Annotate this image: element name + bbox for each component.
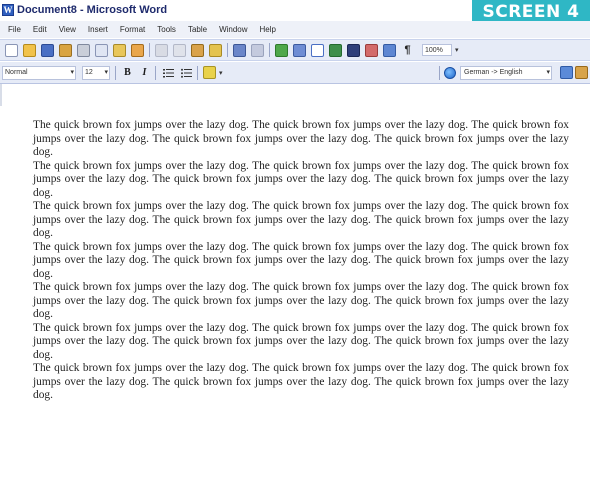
insert-table-icon[interactable] [311,43,324,57]
research-icon[interactable] [131,43,144,57]
permission-icon[interactable] [59,43,72,57]
toolbar-separator [269,43,270,57]
zoom-select[interactable]: 100% [422,44,452,56]
translate-options-icon[interactable] [560,66,573,79]
redo-icon[interactable] [251,43,264,57]
word-window: W Document8 - Microsoft Word SCREEN 4 Fi… [0,0,590,484]
columns-icon[interactable] [347,43,360,57]
chevron-down-icon[interactable]: ▾ [219,69,223,77]
document-top-margin [0,84,590,106]
toolbar-separator [149,43,150,57]
toolbar-separator [115,65,116,80]
translate-select-value: German -> English [464,68,523,76]
bold-button[interactable]: B [122,67,133,78]
document-page[interactable]: The quick brown fox jumps over the lazy … [0,106,590,484]
document-paragraph: The quick brown fox jumps over the lazy … [33,240,569,280]
toolbar-separator [439,65,440,80]
menu-bar: File Edit View Insert Format Tools Table… [0,21,590,38]
italic-button[interactable]: I [139,67,150,78]
cut-icon[interactable] [155,43,168,57]
end-icons [558,66,588,79]
drawing-icon[interactable] [365,43,378,57]
menu-tools[interactable]: Tools [157,25,176,34]
style-select[interactable]: Normal ▾ [2,65,76,80]
print-preview-icon[interactable] [95,43,108,57]
undo-icon[interactable] [233,43,246,57]
menu-file[interactable]: File [8,25,21,34]
menu-insert[interactable]: Insert [88,25,108,34]
globe-icon[interactable] [444,66,456,79]
spelling-icon[interactable] [113,43,126,57]
copy-icon[interactable] [173,43,186,57]
paste-icon[interactable] [191,43,204,57]
hyperlink-icon[interactable] [275,43,288,57]
numbering-icon[interactable] [163,68,174,78]
chevron-down-icon: ▾ [104,68,108,76]
menu-format[interactable]: Format [120,25,145,34]
chevron-down-icon: ▾ [546,68,550,76]
document-paragraph: The quick brown fox jumps over the lazy … [33,159,569,199]
toolbar-separator [197,65,198,80]
show-formatting-icon[interactable]: ¶ [401,44,414,57]
word-app-icon[interactable]: W [2,4,14,16]
font-size-select[interactable]: 12 ▾ [82,65,110,80]
menu-edit[interactable]: Edit [33,25,47,34]
format-painter-icon[interactable] [209,43,222,57]
translate-group: German -> English ▾ [434,65,590,80]
menu-window[interactable]: Window [219,25,247,34]
translate-select[interactable]: German -> English ▾ [460,65,552,80]
chevron-down-icon: ▾ [70,68,74,76]
style-select-value: Normal [5,68,28,76]
window-title: Document8 - Microsoft Word [17,4,168,16]
new-document-icon[interactable] [5,43,18,57]
document-paragraph: The quick brown fox jumps over the lazy … [33,200,569,239]
document-map-icon[interactable] [383,43,396,57]
toolbar-separator [227,43,228,57]
print-icon[interactable] [77,43,90,57]
overflow-icon[interactable] [575,66,588,79]
standard-toolbar: ¶ 100% ▾ [0,39,590,61]
document-paragraph: The quick brown fox jumps over the lazy … [33,321,569,361]
insert-excel-icon[interactable] [329,43,342,57]
chevron-down-icon[interactable]: ▾ [455,46,459,54]
menu-view[interactable]: View [59,25,76,34]
font-size-value: 12 [85,68,93,76]
toolbar-separator [155,65,156,80]
highlight-icon[interactable] [203,66,216,79]
document-paragraph: The quick brown fox jumps over the lazy … [33,281,569,320]
open-icon[interactable] [23,43,36,57]
document-paragraph: The quick brown fox jumps over the lazy … [33,119,569,158]
bullets-icon[interactable] [181,68,192,78]
tables-borders-icon[interactable] [293,43,306,57]
menu-table[interactable]: Table [188,25,207,34]
document-body[interactable]: The quick brown fox jumps over the lazy … [33,119,569,403]
menu-help[interactable]: Help [260,25,276,34]
document-paragraph: The quick brown fox jumps over the lazy … [33,362,569,401]
save-icon[interactable] [41,43,54,57]
formatting-toolbar: Normal ▾ 12 ▾ B I ▾ German -> English ▾ [0,62,590,84]
